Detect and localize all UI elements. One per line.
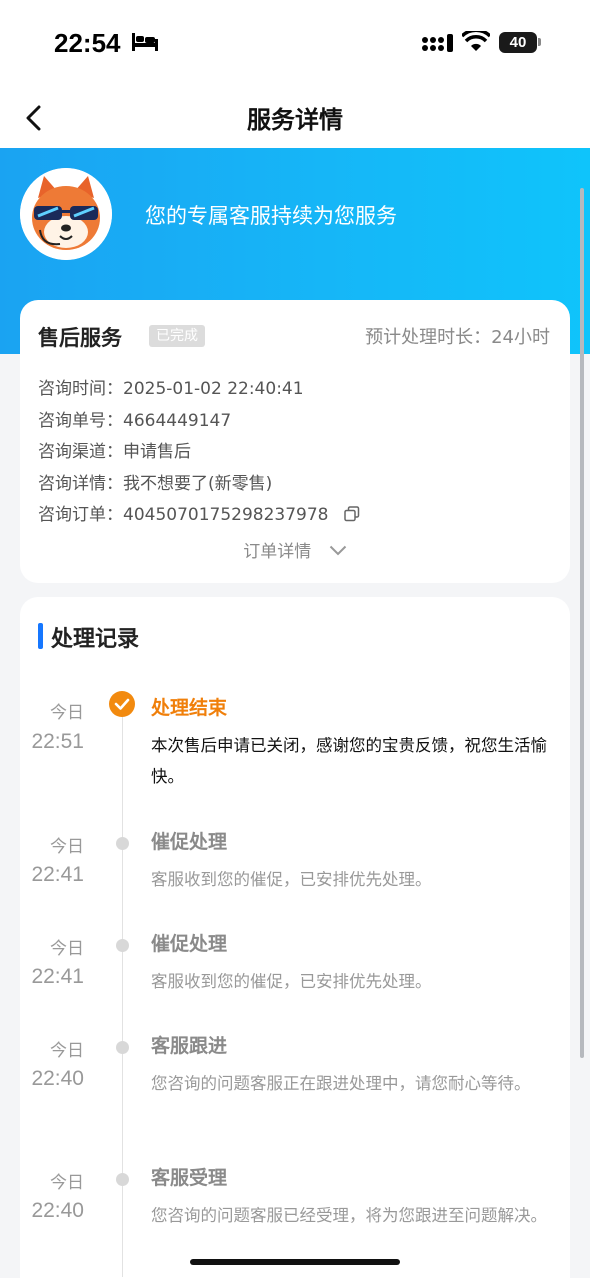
status-time: 22:54: [54, 28, 121, 58]
battery-tip: [538, 38, 541, 46]
info-key: 咨询单号：: [38, 410, 123, 431]
timeline-desc: 您咨询的问题客服已经受理，将为您跟进至问题解决。: [151, 1206, 547, 1225]
timeline-time: 22:40: [31, 1199, 84, 1222]
info-row-ticket: 咨询单号：4664449147: [38, 406, 360, 438]
service-title: 售后服务: [38, 326, 122, 350]
timeline-title: 处理结束: [151, 697, 228, 719]
info-key: 咨询时间：: [38, 379, 123, 399]
nav-bar: 服务详情: [0, 90, 590, 148]
info-key: 咨询详情：: [38, 473, 123, 494]
mascot-avatar: [20, 168, 112, 260]
section-accent-bar: [38, 623, 43, 649]
timeline-title: 客服受理: [151, 1167, 228, 1189]
info-key: 咨询渠道：: [38, 442, 123, 462]
battery-level-text: 40: [509, 34, 527, 51]
info-key: 咨询订单：: [38, 505, 123, 525]
info-row-time: 咨询时间：2025-01-02 22:40:41: [38, 374, 360, 406]
timeline-day: 今日: [50, 939, 84, 959]
timeline-desc: 您咨询的问题客服正在跟进处理中，请您耐心等待。: [151, 1074, 531, 1093]
page-title: 服务详情: [247, 106, 343, 134]
status-bar: 22:54 40: [0, 0, 590, 90]
timeline-day: 今日: [50, 1041, 84, 1061]
order-detail-link[interactable]: 订单详情: [20, 537, 570, 562]
timeline-dot: [116, 837, 129, 850]
wifi-icon: [462, 31, 490, 51]
timeline-day: 今日: [50, 703, 84, 723]
eta-label: 预计处理时长：24小时: [365, 327, 550, 348]
info-value: 申请售后: [123, 442, 191, 462]
timeline-dot: [116, 939, 129, 952]
timeline-time: 22:41: [31, 863, 84, 886]
home-indicator[interactable]: [190, 1259, 400, 1265]
timeline-title: 催促处理: [151, 933, 228, 955]
timeline-time: 22:51: [31, 730, 84, 753]
timeline-dot: [116, 1041, 129, 1054]
status-badge: 已完成: [149, 325, 205, 347]
scrollbar[interactable]: [580, 188, 584, 1058]
shiba-mascot-icon: [20, 168, 112, 260]
copy-icon[interactable]: [344, 506, 360, 522]
info-value: 我不想要了(新零售): [123, 473, 273, 494]
signal-icon: [422, 34, 453, 52]
battery-indicator: 40: [499, 32, 537, 53]
timeline-title: 催促处理: [151, 831, 228, 853]
info-row-order: 咨询订单：4045070175298237978: [38, 500, 360, 532]
timeline-day: 今日: [50, 837, 84, 857]
order-detail-label: 订单详情: [243, 542, 312, 562]
timeline-time: 22:41: [31, 965, 84, 988]
timeline-title: 客服跟进: [151, 1035, 228, 1057]
info-rows: 咨询时间：2025-01-02 22:40:41 咨询单号：4664449147…: [38, 374, 360, 532]
records-card: 处理记录 今日 22:51 处理结束 本次售后申请已关闭，感谢您的宝贵反馈，祝您…: [20, 597, 570, 1278]
records-title: 处理记录: [51, 627, 140, 652]
timeline-time: 22:40: [31, 1067, 84, 1090]
info-row-detail: 咨询详情：我不想要了(新零售): [38, 469, 360, 501]
info-row-channel: 咨询渠道：申请售后: [38, 437, 360, 469]
bed-icon: [132, 33, 158, 51]
timeline-line: [122, 717, 123, 1277]
info-value: 4045070175298237978: [123, 505, 329, 525]
timeline-day: 今日: [50, 1173, 84, 1193]
service-info-card: 售后服务 已完成 预计处理时长：24小时 咨询时间：2025-01-02 22:…: [20, 300, 570, 583]
timeline-desc: 本次售后申请已关闭，感谢您的宝贵反馈，祝您生活愉快。: [151, 736, 547, 786]
info-value: 2025-01-02 22:40:41: [123, 379, 304, 399]
hero-slogan: 您的专属客服持续为您服务: [145, 204, 397, 228]
timeline-desc: 客服收到您的催促，已安排优先处理。: [151, 870, 432, 889]
timeline-desc: 客服收到您的催促，已安排优先处理。: [151, 972, 432, 991]
check-icon: [109, 691, 135, 717]
timeline-dot: [116, 1173, 129, 1186]
info-value: 4664449147: [123, 410, 232, 431]
chevron-down-icon: [329, 545, 346, 556]
